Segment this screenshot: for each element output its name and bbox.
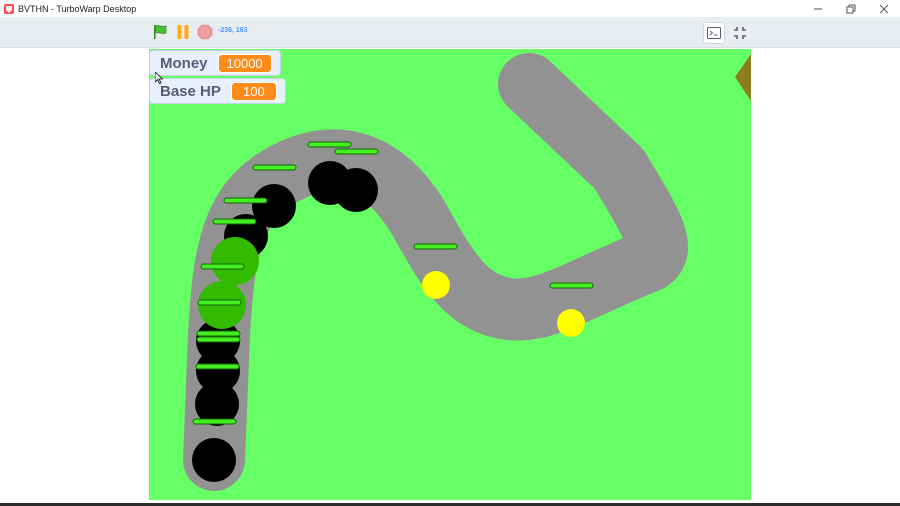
console-icon xyxy=(707,27,721,39)
money-value: 10000 xyxy=(217,53,272,73)
window-title: BVTHN - TurboWarp Desktop xyxy=(18,3,137,14)
health-bar xyxy=(200,263,245,270)
minimize-icon xyxy=(813,8,822,9)
health-bar xyxy=(252,164,297,171)
mouse-coordinates: -236, 163 xyxy=(218,27,248,34)
base-hp-value: 100 xyxy=(230,81,277,101)
base-hp-label: Base HP xyxy=(160,82,221,100)
enemy-black xyxy=(252,184,296,228)
fullscreen-icon xyxy=(734,27,746,39)
green-flag-icon xyxy=(154,25,167,39)
fullscreen-button[interactable] xyxy=(729,22,751,44)
enemy-black xyxy=(192,438,236,482)
health-bar xyxy=(549,282,594,289)
base-hp-monitor[interactable]: Base HP 100 xyxy=(149,78,286,104)
enemy-yellow xyxy=(557,309,585,337)
mouse-pointer-icon xyxy=(155,72,163,84)
enemy-yellow xyxy=(422,271,450,299)
health-bar xyxy=(196,330,241,337)
health-bar xyxy=(212,218,257,225)
pause-icon xyxy=(177,25,189,39)
stage-toolbar: -236, 163 xyxy=(0,17,900,48)
close-icon xyxy=(879,4,888,13)
stage-canvas xyxy=(183,53,751,491)
money-label: Money xyxy=(160,54,208,72)
restore-icon xyxy=(846,4,855,13)
base-marker xyxy=(735,54,751,101)
game-stage[interactable]: Money 10000 Base HP 100 xyxy=(149,49,751,500)
stop-icon xyxy=(197,24,213,40)
close-button[interactable] xyxy=(867,0,900,17)
turbowarp-app-icon xyxy=(4,3,14,14)
stop-button[interactable] xyxy=(196,23,214,41)
health-bar xyxy=(192,418,237,425)
console-button[interactable] xyxy=(703,22,725,44)
health-bar xyxy=(413,243,458,250)
health-bar xyxy=(196,336,241,343)
enemy-green xyxy=(211,237,259,285)
health-bar xyxy=(195,363,240,370)
money-monitor[interactable]: Money 10000 xyxy=(149,50,281,76)
health-bar xyxy=(223,197,268,204)
window-titlebar: BVTHN - TurboWarp Desktop xyxy=(0,0,900,17)
minimize-button[interactable] xyxy=(801,0,834,17)
restore-button[interactable] xyxy=(834,0,867,17)
health-bar xyxy=(307,141,352,148)
pause-button[interactable] xyxy=(174,23,192,41)
health-bar xyxy=(334,148,379,155)
enemy-black xyxy=(334,168,378,212)
green-flag-button[interactable] xyxy=(151,23,169,41)
health-bar xyxy=(197,299,242,306)
